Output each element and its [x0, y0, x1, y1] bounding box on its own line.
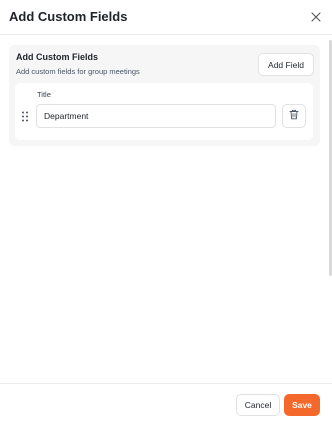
- scrollbar[interactable]: [328, 34, 332, 380]
- dialog-title: Add Custom Fields: [9, 9, 128, 24]
- trash-icon: [289, 107, 299, 125]
- cancel-button[interactable]: Cancel: [236, 394, 280, 416]
- dialog-header: Add Custom Fields: [0, 0, 332, 35]
- drag-handle-icon[interactable]: [21, 109, 29, 122]
- field-label: Title: [37, 90, 51, 99]
- close-icon: [310, 11, 322, 23]
- custom-field-item: Title: [15, 83, 313, 140]
- dialog-footer: Cancel Save: [0, 383, 332, 424]
- add-field-button[interactable]: Add Field: [258, 53, 314, 76]
- delete-field-button[interactable]: [282, 104, 306, 128]
- custom-fields-section: Add Custom Fields Add custom fields for …: [9, 45, 320, 146]
- close-button[interactable]: [310, 11, 322, 23]
- section-title: Add Custom Fields: [16, 52, 99, 62]
- section-subtitle: Add custom fields for group meetings: [16, 67, 140, 76]
- field-title-input[interactable]: [36, 104, 276, 128]
- save-button[interactable]: Save: [284, 394, 320, 416]
